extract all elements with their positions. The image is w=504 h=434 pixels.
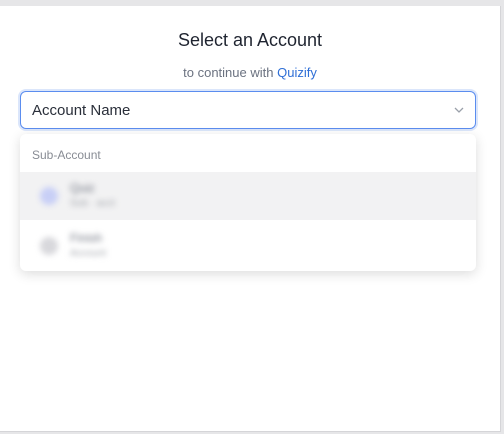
account-option-detail: Sub · acct <box>70 198 116 209</box>
dialog-subtitle: to continue with Quizify <box>0 65 500 80</box>
account-dropdown-menu: Sub-Account Quiz Sub · acct Finish Accou… <box>20 134 476 271</box>
account-avatar <box>40 187 58 205</box>
group-label-sub-account: Sub-Account <box>32 148 101 162</box>
account-avatar <box>40 237 58 255</box>
account-option[interactable]: Finish Account <box>20 222 476 270</box>
account-select-value: Account Name <box>32 102 131 119</box>
account-select[interactable]: Account Name <box>20 91 476 129</box>
chevron-down-icon <box>453 103 465 121</box>
subtitle-text: to continue with <box>183 65 274 80</box>
select-account-dialog: Select an Account to continue with Quizi… <box>0 6 501 432</box>
account-option[interactable]: Quiz Sub · acct <box>20 172 476 220</box>
account-option-name: Quiz <box>70 181 95 195</box>
brand-name: Quizify <box>277 65 317 80</box>
account-option-name: Finish <box>70 231 103 245</box>
dialog-title: Select an Account <box>177 30 323 50</box>
account-option-detail: Account <box>70 248 107 259</box>
